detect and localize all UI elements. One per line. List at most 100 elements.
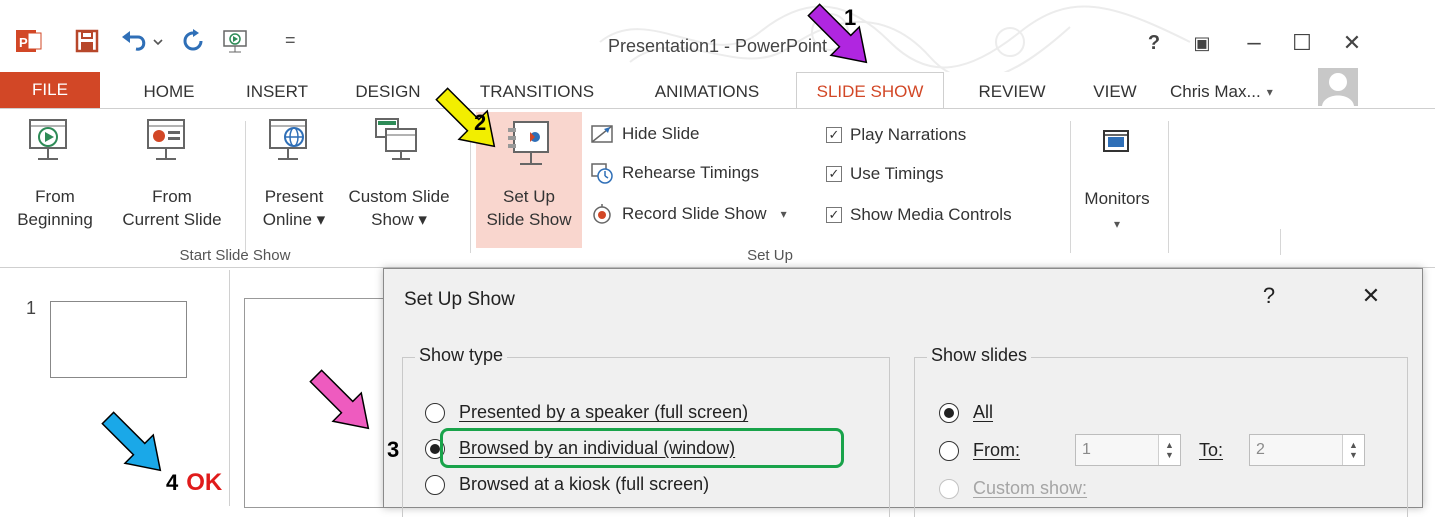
title-bar: P = Presentation1 - PowerPoint ? ▣ – ☐ ✕ <box>0 0 1435 72</box>
minimize-button[interactable]: – <box>1236 28 1272 58</box>
group-divider <box>1070 121 1071 253</box>
option-custom-show: Custom show: <box>939 478 1087 499</box>
annotation-step-4: 4 OK <box>166 469 222 497</box>
option-browsed-at-kiosk[interactable]: Browsed at a kiosk (full screen) <box>425 474 709 495</box>
dialog-close-button[interactable]: ✕ <box>1356 283 1386 309</box>
from-slide-value[interactable]: 1 <box>1076 441 1158 459</box>
set-up-slide-show-label: Set Up Slide Show <box>476 185 582 231</box>
spin-down-icon[interactable]: ▼ <box>1349 450 1358 460</box>
annotation-step-2: 2 <box>474 110 487 135</box>
to-slide-value[interactable]: 2 <box>1250 441 1342 459</box>
slide-number: 1 <box>26 298 37 318</box>
group-divider <box>1280 229 1281 255</box>
from-slide-stepper[interactable]: 1 ▲ ▼ <box>1075 434 1181 466</box>
to-slide-stepper[interactable]: 2 ▲ ▼ <box>1249 434 1365 466</box>
ribbon-tabs: FILE HOME INSERT DESIGN TRANSITIONS ANIM… <box>0 68 1435 110</box>
hide-slide-label: Hide Slide <box>622 124 700 143</box>
checkbox-checked-icon: ✓ <box>826 166 842 182</box>
spin-up-icon[interactable]: ▲ <box>1165 440 1174 450</box>
account-menu[interactable]: Chris Max... ▾ <box>1170 76 1310 108</box>
custom-show-label: Custom show: <box>973 478 1088 498</box>
annotation-arrow-4 <box>101 411 162 472</box>
help-button[interactable]: ? <box>1136 28 1172 58</box>
use-timings-checkbox[interactable]: ✓ Use Timings <box>826 164 944 184</box>
hide-slide-icon <box>591 125 613 143</box>
ribbon-display-options-button[interactable]: ▣ <box>1184 28 1220 58</box>
from-current-slide-button[interactable]: From Current Slide <box>110 185 234 231</box>
play-narrations-label: Play Narrations <box>850 125 967 144</box>
annotation-step-3: 3 <box>387 437 400 462</box>
record-slide-show-button[interactable]: Record Slide Show ▾ <box>590 203 787 225</box>
option-label: Browsed at a kiosk (full screen) <box>459 474 710 494</box>
show-media-controls-checkbox[interactable]: ✓ Show Media Controls <box>826 205 1012 225</box>
option-presented-by-speaker[interactable]: Presented by a speaker (full screen) <box>425 402 748 423</box>
to-slide-spin-buttons[interactable]: ▲ ▼ <box>1342 435 1364 465</box>
stopwatch-icon <box>591 163 613 184</box>
from-slide-spin-buttons[interactable]: ▲ ▼ <box>1158 435 1180 465</box>
from-beginning-label-1: From <box>35 187 75 206</box>
tab-view[interactable]: VIEW <box>1080 76 1150 108</box>
set-up-label-2: Slide Show <box>486 210 572 229</box>
radio-unselected-icon <box>425 474 445 495</box>
annotation-ok-label: OK <box>186 469 223 496</box>
tab-home[interactable]: HOME <box>124 76 214 108</box>
option-from-slide[interactable]: From: <box>939 440 1020 461</box>
from-current-label-1: From <box>152 187 192 206</box>
present-online-label-1: Present <box>264 187 324 206</box>
annotation-step-4-number: 4 <box>166 470 179 495</box>
show-slides-legend: Show slides <box>927 345 1032 366</box>
from-beginning-label-2: Beginning <box>17 210 93 229</box>
play-narrations-checkbox[interactable]: ✓ Play Narrations <box>826 125 966 145</box>
spin-up-icon[interactable]: ▲ <box>1349 440 1358 450</box>
from-current-label-2: Current Slide <box>122 210 222 229</box>
avatar[interactable] <box>1318 68 1358 106</box>
from-beginning-button[interactable]: From Beginning <box>0 185 110 231</box>
account-name: Chris Max... <box>1170 82 1261 101</box>
custom-show-label-2: Show ▾ <box>371 210 427 229</box>
use-timings-label: Use Timings <box>850 164 944 183</box>
present-online-button[interactable]: Present Online ▾ <box>254 185 334 231</box>
record-slide-show-label: Record Slide Show <box>622 204 767 223</box>
show-slides-group: Show slides All From: 1 ▲ ▼ To: 2 ▲ ▼ Cu… <box>914 345 1408 517</box>
custom-slide-show-button[interactable]: Custom Slide Show ▾ <box>336 185 462 231</box>
tab-design[interactable]: DESIGN <box>340 76 436 108</box>
option-all-slides[interactable]: All <box>939 402 993 423</box>
start-slide-show-group-label: Start Slide Show <box>179 247 291 264</box>
hide-slide-button[interactable]: Hide Slide <box>590 123 700 145</box>
tab-file[interactable]: FILE <box>0 72 100 108</box>
from-current-slide-icon <box>142 117 202 165</box>
group-divider <box>245 121 246 253</box>
radio-disabled-icon <box>939 478 959 499</box>
show-type-legend: Show type <box>415 345 508 366</box>
group-divider <box>1168 121 1169 253</box>
set-up-show-dialog: Set Up Show ? ✕ Show type Presented by a… <box>383 268 1423 517</box>
tab-animations[interactable]: ANIMATIONS <box>636 76 778 108</box>
present-online-label-2: Online ▾ <box>262 210 326 229</box>
custom-slide-show-icon <box>372 117 432 165</box>
record-icon <box>593 204 611 224</box>
show-media-controls-label: Show Media Controls <box>850 205 1012 224</box>
custom-show-label-1: Custom Slide <box>348 187 450 206</box>
spin-down-icon[interactable]: ▼ <box>1165 450 1174 460</box>
rehearse-timings-button[interactable]: Rehearse Timings <box>590 162 759 184</box>
chevron-down-icon[interactable]: ▾ <box>781 207 787 221</box>
maximize-button[interactable]: ☐ <box>1284 28 1320 58</box>
monitors-button[interactable]: Monitors ▾ <box>1072 117 1162 235</box>
monitors-icon <box>1102 129 1132 160</box>
checkbox-checked-icon: ✓ <box>826 127 842 143</box>
set-up-slide-show-icon <box>504 118 556 170</box>
tab-review[interactable]: REVIEW <box>964 76 1060 108</box>
set-up-label-1: Set Up <box>503 187 555 206</box>
present-online-icon <box>264 117 324 165</box>
annotation-step-1: 1 <box>844 5 857 30</box>
dialog-help-button[interactable]: ? <box>1254 283 1284 309</box>
tab-insert[interactable]: INSERT <box>232 76 322 108</box>
slide-thumbnail[interactable] <box>50 301 187 378</box>
radio-unselected-icon <box>939 440 959 461</box>
dialog-title: Set Up Show <box>404 289 515 310</box>
close-button[interactable]: ✕ <box>1334 28 1370 58</box>
monitors-label: Monitors <box>1084 189 1150 208</box>
chevron-down-icon: ▾ <box>1266 85 1273 99</box>
annotation-arrow-2 <box>435 87 496 148</box>
pane-divider[interactable] <box>229 270 230 506</box>
